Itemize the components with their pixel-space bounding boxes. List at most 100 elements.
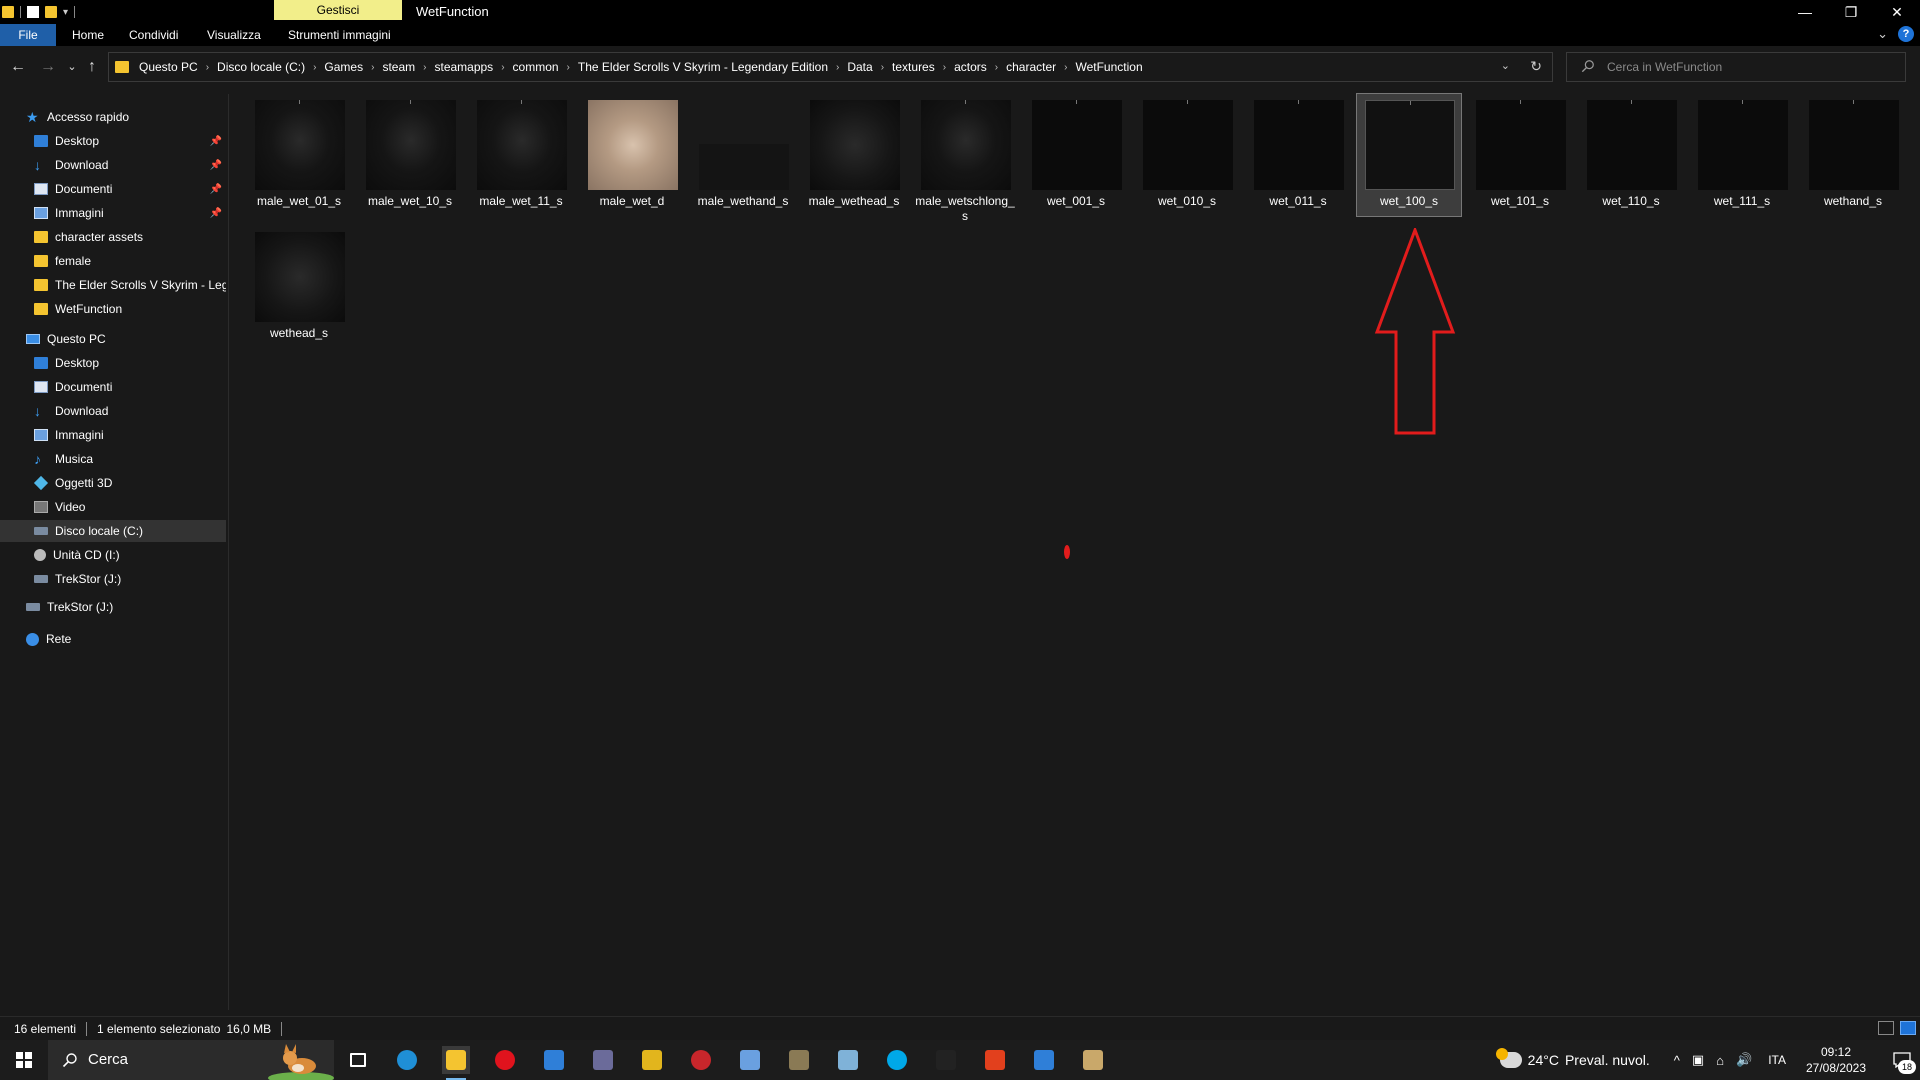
nav-item-pc[interactable]: ♪ Musica: [0, 448, 226, 470]
taskbar-app-app-dark-logo[interactable]: [785, 1046, 813, 1074]
taskbar-app-app-msi[interactable]: [932, 1046, 960, 1074]
nav-item-pc[interactable]: Disco locale (C:): [0, 520, 226, 542]
breadcrumb-item[interactable]: Data: [843, 60, 876, 74]
file-item[interactable]: wet_001_s: [1024, 94, 1128, 216]
taskbar-app-app-gallery[interactable]: [589, 1046, 617, 1074]
recent-locations-button[interactable]: ⌄: [62, 58, 82, 76]
new-folder-icon[interactable]: [45, 6, 57, 18]
nav-item-quick[interactable]: Desktop 📌: [0, 130, 226, 152]
device-icon[interactable]: ▣: [1692, 1052, 1704, 1068]
forward-button[interactable]: →: [38, 58, 58, 76]
nav-item-quick[interactable]: female: [0, 250, 226, 272]
taskbar-app-store[interactable]: [540, 1046, 568, 1074]
breadcrumb-item[interactable]: The Elder Scrolls V Skyrim - Legendary E…: [574, 60, 832, 74]
expand-ribbon-icon[interactable]: ⌄: [1877, 26, 1888, 42]
breadcrumb-separator[interactable]: ›: [202, 62, 213, 73]
file-item[interactable]: wet_010_s: [1135, 94, 1239, 216]
tab-home[interactable]: Home: [64, 24, 112, 46]
notification-center-button[interactable]: 18: [1884, 1040, 1920, 1080]
taskbar-app-app-f[interactable]: [981, 1046, 1009, 1074]
breadcrumb-item[interactable]: steam: [378, 60, 419, 74]
breadcrumb-separator[interactable]: ›: [419, 62, 430, 73]
clock[interactable]: 09:12 27/08/2023: [1796, 1044, 1876, 1076]
nav-this-pc[interactable]: Questo PC: [0, 328, 226, 350]
nav-item-quick[interactable]: WetFunction: [0, 298, 226, 320]
file-item[interactable]: wet_011_s: [1246, 94, 1350, 216]
nav-item-pc[interactable]: Immagini: [0, 424, 226, 446]
qat-customize-icon[interactable]: ▾: [63, 7, 68, 18]
tab-visualizza[interactable]: Visualizza: [199, 24, 269, 46]
file-item[interactable]: wet_111_s: [1690, 94, 1794, 216]
minimize-button[interactable]: —: [1782, 0, 1828, 24]
breadcrumb-separator[interactable]: ›: [563, 62, 574, 73]
taskbar-app-opera[interactable]: [491, 1046, 519, 1074]
network-icon[interactable]: ⌂: [1716, 1053, 1724, 1068]
tab-strumenti-immagini[interactable]: Strumenti immagini: [280, 24, 399, 46]
breadcrumb-separator[interactable]: ›: [367, 62, 378, 73]
nav-item-quick[interactable]: ↓ Download 📌: [0, 154, 226, 176]
taskbar-search[interactable]: Cerca: [48, 1040, 334, 1080]
breadcrumb-separator[interactable]: ›: [939, 62, 950, 73]
nav-item-quick[interactable]: character assets: [0, 226, 226, 248]
taskbar-app-app-window[interactable]: [1030, 1046, 1058, 1074]
address-dropdown-icon[interactable]: ⌄: [1501, 59, 1510, 72]
breadcrumb-item[interactable]: Games: [320, 60, 367, 74]
nav-item-quick[interactable]: Documenti 📌: [0, 178, 226, 200]
file-item[interactable]: wethead_s: [247, 226, 351, 348]
restore-button[interactable]: ❐: [1828, 0, 1874, 24]
up-button[interactable]: ↑: [82, 58, 102, 76]
taskbar-app-edge[interactable]: [393, 1046, 421, 1074]
chevron-up-icon[interactable]: ^: [1674, 1053, 1680, 1068]
breadcrumb-separator[interactable]: ›: [877, 62, 888, 73]
breadcrumb-separator[interactable]: ›: [497, 62, 508, 73]
taskbar-app-app-red-circle[interactable]: [687, 1046, 715, 1074]
address-bar[interactable]: Questo PC › Disco locale (C:) › Games › steam ›…: [108, 52, 1553, 82]
refresh-icon[interactable]: ↻: [1530, 58, 1542, 75]
taskbar-app-app-pen[interactable]: [736, 1046, 764, 1074]
start-button[interactable]: [0, 1040, 48, 1080]
nav-network[interactable]: Rete: [0, 628, 226, 650]
back-button[interactable]: ←: [8, 58, 28, 76]
file-item[interactable]: wet_110_s: [1579, 94, 1683, 216]
details-view-icon[interactable]: [1878, 1021, 1894, 1035]
file-item[interactable]: male_wet_10_s: [358, 94, 462, 216]
weather-widget[interactable]: 24°C Preval. nuvol.: [1495, 1048, 1650, 1068]
breadcrumb-item[interactable]: Disco locale (C:): [213, 60, 309, 74]
pane-divider[interactable]: [228, 94, 229, 1010]
search-box[interactable]: [1566, 52, 1906, 82]
file-item[interactable]: male_wethead_s: [802, 94, 906, 216]
close-button[interactable]: ✕: [1874, 0, 1920, 24]
breadcrumb-separator[interactable]: ›: [1060, 62, 1071, 73]
taskbar-app-file-explorer[interactable]: [442, 1046, 470, 1080]
file-item[interactable]: wet_100_s: [1356, 93, 1462, 217]
breadcrumb-separator[interactable]: ›: [309, 62, 320, 73]
large-icons-view-icon[interactable]: [1900, 1021, 1916, 1035]
properties-icon[interactable]: [27, 6, 39, 18]
nav-item-quick[interactable]: Immagini 📌: [0, 202, 226, 224]
nav-trekstor[interactable]: TrekStor (J:): [0, 596, 226, 618]
file-item[interactable]: male_wet_11_s: [469, 94, 573, 216]
breadcrumb-item[interactable]: WetFunction: [1071, 60, 1146, 74]
context-tab-gestisci[interactable]: Gestisci: [274, 0, 402, 20]
breadcrumb-item[interactable]: steamapps: [430, 60, 497, 74]
taskbar-app-app-yellow[interactable]: [638, 1046, 666, 1074]
breadcrumb-item[interactable]: character: [1002, 60, 1060, 74]
breadcrumb-item[interactable]: textures: [888, 60, 939, 74]
nav-item-pc[interactable]: Documenti: [0, 376, 226, 398]
nav-item-pc[interactable]: TrekStor (J:): [0, 568, 226, 590]
file-item[interactable]: male_wet_d: [580, 94, 684, 216]
breadcrumb-item[interactable]: actors: [950, 60, 991, 74]
file-item[interactable]: male_wethand_s: [691, 94, 795, 216]
search-input[interactable]: [1605, 53, 1895, 81]
nav-item-pc[interactable]: Video: [0, 496, 226, 518]
file-item[interactable]: wethand_s: [1801, 94, 1905, 216]
taskbar-app-skype[interactable]: [883, 1046, 911, 1074]
breadcrumb-separator[interactable]: ›: [832, 62, 843, 73]
nav-item-quick[interactable]: The Elder Scrolls V Skyrim - Leger: [0, 274, 226, 296]
help-icon[interactable]: ?: [1898, 26, 1914, 42]
taskbar-app-app-paint[interactable]: [834, 1046, 862, 1074]
breadcrumb-item[interactable]: Questo PC: [135, 60, 202, 74]
breadcrumb-item[interactable]: common: [509, 60, 563, 74]
nav-item-pc[interactable]: ↓ Download: [0, 400, 226, 422]
file-item[interactable]: male_wetschlong_s: [913, 94, 1017, 223]
